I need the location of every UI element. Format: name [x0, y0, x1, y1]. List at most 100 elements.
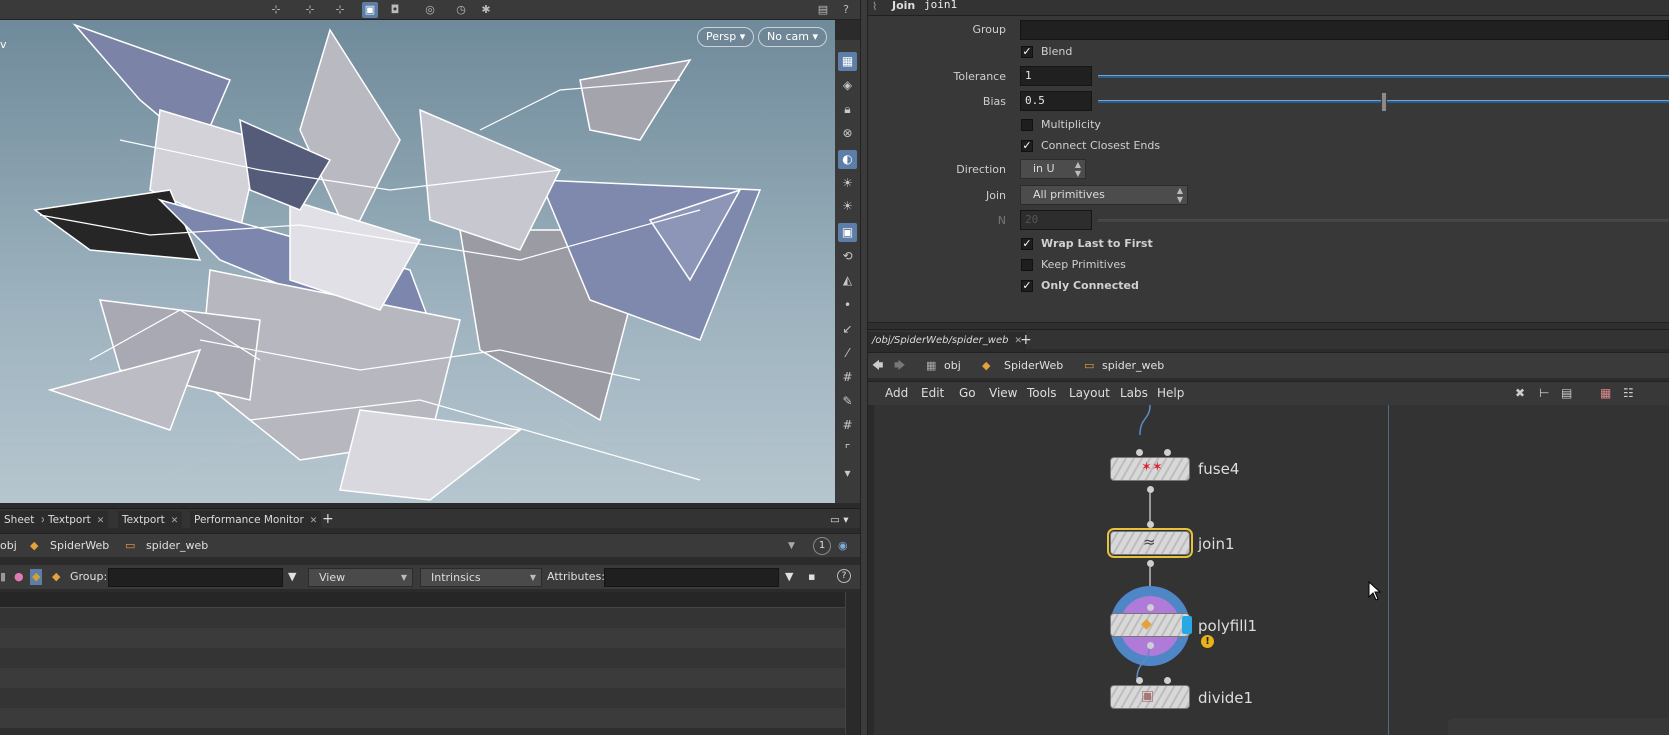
handle-tool-icon[interactable]: ⊹ [332, 2, 348, 18]
camera-menu-button[interactable]: No cam ▾ [758, 27, 827, 47]
direction-dropdown[interactable]: in U ▲ ▼ [1020, 159, 1086, 179]
snapshot-icon[interactable]: ◷ [453, 2, 469, 18]
pane-link-number[interactable]: 1 [813, 537, 831, 555]
tab-textport-2[interactable]: Textport ✕ [118, 511, 183, 529]
spreadsheet-table[interactable] [0, 592, 845, 735]
spreadsheet-scrollbar[interactable] [845, 592, 860, 735]
3d-viewport[interactable]: v Persp ▾ No cam ▾ [0, 20, 835, 503]
ortho-icon[interactable]: ◭ [838, 271, 857, 290]
shape-palette-icon[interactable]: ☷ [1623, 386, 1634, 400]
menu-tools[interactable]: Tools [1027, 386, 1057, 400]
blend-checkbox[interactable]: ✓ [1021, 46, 1033, 58]
record-icon[interactable]: ◎ [422, 2, 438, 18]
join-mode-dropdown[interactable]: All primitives ▲ ▼ [1020, 185, 1188, 205]
headlight-icon[interactable]: ☀ [838, 197, 857, 216]
view-tool-icon[interactable]: ▣ [362, 2, 378, 18]
export-icon[interactable]: ▪ [808, 569, 815, 585]
menu-labs[interactable]: Labs [1120, 386, 1148, 400]
filter-icon[interactable]: ▼ [288, 569, 296, 585]
tolerance-slider[interactable] [1098, 75, 1669, 78]
display-mode-icon[interactable]: ▣ [838, 223, 857, 242]
menu-edit[interactable]: Edit [921, 386, 944, 400]
display-options-icon[interactable]: ▦ [838, 52, 857, 71]
tab-network-path[interactable]: /obj/SpiderWeb/spider_web ✕ [868, 332, 1026, 350]
input-port[interactable] [1136, 449, 1143, 456]
input-port[interactable] [1147, 521, 1154, 528]
output-port[interactable] [1147, 560, 1154, 567]
pane-splitter[interactable] [860, 0, 868, 735]
forward-arrow-icon[interactable]: 🡆 [894, 358, 905, 374]
settings-gear-icon[interactable]: ✱ [478, 2, 494, 18]
detail-mode-icon[interactable]: ◆ [52, 569, 60, 585]
point-display-icon[interactable]: • [838, 296, 857, 315]
pane-layout-icon[interactable]: ▭ ▾ [826, 511, 853, 529]
vertex-mode-icon[interactable]: ● [14, 569, 24, 585]
node-divide1[interactable]: ▣ [1110, 685, 1190, 709]
display-options-icon[interactable]: ▤ [815, 2, 831, 18]
group-filter-input[interactable] [108, 568, 283, 587]
vertex-display-icon[interactable]: ⁄ [838, 344, 857, 363]
path-crumb-geo[interactable]: spider_web [146, 538, 208, 554]
path-crumb-obj[interactable]: obj [0, 538, 17, 554]
wrap-last-to-first-checkbox[interactable]: ✓ [1021, 238, 1033, 250]
vertex-number-icon[interactable]: # [838, 416, 857, 435]
intrinsics-dropdown[interactable]: Intrinsics ▼ [420, 568, 542, 587]
keep-primitives-checkbox[interactable] [1021, 259, 1033, 271]
lock-icon[interactable]: 🔒︎ [838, 100, 857, 119]
ghost-icon[interactable]: ◈ [838, 76, 857, 95]
display-flag[interactable] [1182, 616, 1192, 634]
menu-add[interactable]: Add [885, 386, 908, 400]
horizontal-splitter[interactable] [868, 322, 1669, 329]
transform-tool-icon[interactable]: ⊹ [302, 2, 318, 18]
tree-icon[interactable]: ⊢ [1539, 386, 1549, 400]
path-crumb-geo[interactable]: spider_web [1102, 358, 1164, 374]
corner-display-icon[interactable]: ⌜ [838, 440, 857, 459]
add-tab-button[interactable]: + [318, 511, 338, 529]
pin-icon[interactable]: ◉ [838, 538, 848, 554]
tab-performance-monitor[interactable]: Performance Monitor ✕ [190, 511, 322, 529]
input-port[interactable] [1164, 449, 1171, 456]
n-input[interactable]: 20 [1020, 210, 1092, 230]
help-icon[interactable]: ? [838, 2, 854, 18]
only-connected-checkbox[interactable]: ✓ [1021, 280, 1033, 292]
wrench-icon[interactable]: ✖ [1515, 386, 1525, 400]
view-dropdown[interactable]: View ▼ [308, 568, 413, 587]
output-port[interactable] [1147, 642, 1154, 649]
bias-input[interactable]: 0.5 [1020, 91, 1092, 111]
attributes-filter-input[interactable] [604, 568, 779, 587]
node-fuse4[interactable]: ✶✶ [1110, 457, 1190, 481]
path-history-dropdown[interactable]: ▼ [788, 538, 795, 554]
tolerance-input[interactable]: 1 [1020, 66, 1092, 86]
input-port[interactable] [1136, 677, 1143, 684]
input-port[interactable] [1164, 677, 1171, 684]
attribute-filter-icon[interactable]: ▼ [785, 569, 793, 585]
tab-textport-1[interactable]: Textport ✕ [44, 511, 109, 529]
perspective-menu-button[interactable]: Persp ▾ [697, 27, 755, 47]
normal-display-icon[interactable]: ↙ [838, 320, 857, 339]
menu-view[interactable]: View [989, 386, 1017, 400]
help-icon[interactable]: ? [837, 569, 851, 583]
output-port[interactable] [1147, 486, 1154, 493]
close-view-icon[interactable]: ⊗ [838, 124, 857, 143]
primitive-number-icon[interactable]: ✎ [838, 392, 857, 411]
node-name-field[interactable]: join1 [924, 0, 957, 11]
menu-go[interactable]: Go [959, 386, 976, 400]
back-arrow-icon[interactable]: 🡄 [872, 358, 883, 374]
light-icon[interactable]: ☀ [838, 174, 857, 193]
render-region-icon[interactable]: ◘ [387, 2, 403, 18]
select-tool-icon[interactable]: ⊹ [268, 2, 284, 18]
menu-layout[interactable]: Layout [1069, 386, 1110, 400]
point-number-icon[interactable]: # [838, 368, 857, 387]
bias-slider-handle[interactable] [1380, 92, 1387, 112]
primitive-mode-icon[interactable]: ◆ [30, 569, 43, 585]
input-port[interactable] [1147, 604, 1154, 611]
group-param-input[interactable] [1020, 20, 1669, 40]
path-crumb-object[interactable]: SpiderWeb [50, 538, 109, 554]
color-palette-icon[interactable]: ▦ [1600, 386, 1611, 400]
network-editor-canvas[interactable]: ✶✶ fuse4 ≈ join1 ◆ polyfill1 ! ▣ divide1 [868, 405, 1669, 735]
node-join1[interactable]: ≈ [1107, 528, 1193, 558]
warning-icon[interactable]: ! [1201, 635, 1214, 648]
n-slider[interactable] [1098, 219, 1669, 222]
snapping-icon[interactable]: ⟲ [838, 247, 857, 266]
connect-closest-ends-checkbox[interactable]: ✓ [1021, 140, 1033, 152]
